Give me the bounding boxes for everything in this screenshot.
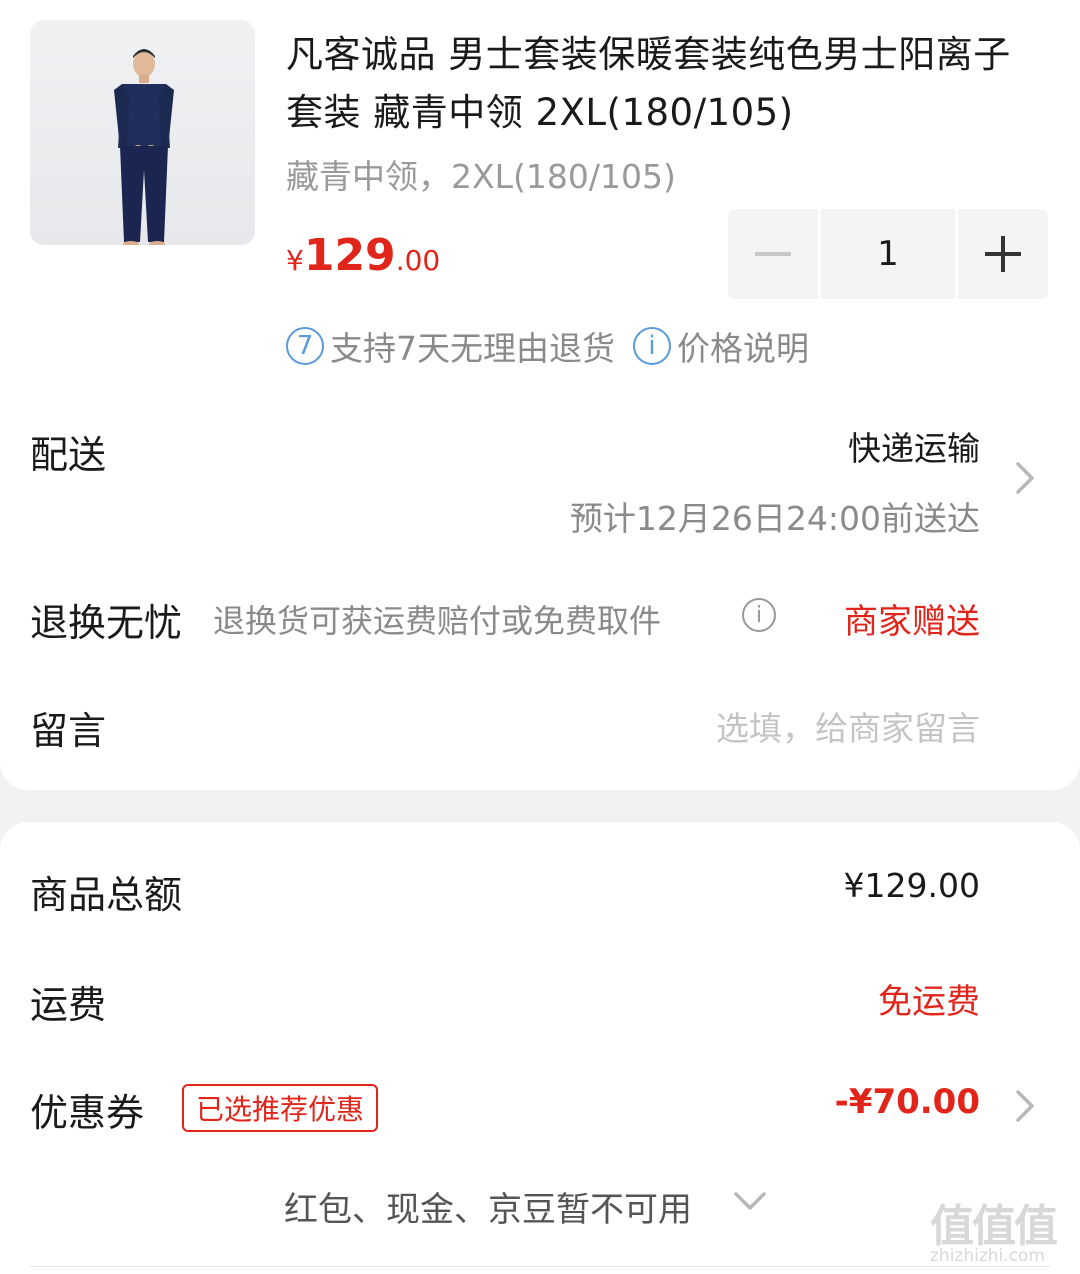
shipping-value: 免运费 xyxy=(878,982,980,1022)
delivery-method[interactable]: 快递运输 xyxy=(848,422,980,470)
return-info-icon[interactable]: i xyxy=(742,598,776,632)
watermark-url: zhizhizhi.com xyxy=(930,1246,1045,1266)
coupon-recommended-tag: 已选推荐优惠 xyxy=(182,1084,379,1132)
coupon-chevron-right-icon[interactable] xyxy=(1010,1086,1040,1130)
price-explanation-link[interactable]: 价格说明 xyxy=(677,322,809,370)
quantity-value[interactable]: 1 xyxy=(821,209,955,299)
service-badges: 7 支持7天无理由退货 i 价格说明 xyxy=(286,322,809,370)
return-value[interactable]: 商家赠送 xyxy=(844,594,980,643)
delivery-label: 配送 xyxy=(30,433,107,477)
seven-day-return-text[interactable]: 支持7天无理由退货 xyxy=(330,322,615,370)
shipping-label: 运费 xyxy=(30,983,107,1027)
minus-icon xyxy=(755,252,791,256)
product-spec[interactable]: 藏青中领，2XL(180/105) xyxy=(286,150,676,198)
product-photo-icon xyxy=(114,49,174,245)
coupon-label: 优惠券 xyxy=(30,1091,145,1135)
message-label: 留言 xyxy=(30,709,107,753)
unavailable-payments-toggle[interactable]: 红包、现金、京豆暂不可用 xyxy=(284,1182,692,1231)
coupon-value[interactable]: -¥70.00 xyxy=(835,1082,980,1122)
info-icon: i xyxy=(633,327,671,365)
goods-total-value: ¥129.00 xyxy=(843,866,980,905)
bottom-divider xyxy=(30,1266,1050,1267)
message-input[interactable]: 选填，给商家留言 xyxy=(716,702,980,750)
delivery-eta[interactable]: 预计12月26日24:00前送达 xyxy=(570,492,980,540)
plus-icon xyxy=(985,236,1021,272)
seven-day-return-icon: 7 xyxy=(286,327,324,365)
watermark-logo: 值值值 xyxy=(930,1201,1058,1252)
product-price: ¥129.00 xyxy=(286,230,440,281)
price-decimal: .00 xyxy=(395,244,441,277)
return-description: 退换货可获运费赔付或免费取件 xyxy=(213,602,662,640)
price-currency: ¥ xyxy=(286,244,304,277)
product-image[interactable] xyxy=(30,20,255,245)
delivery-chevron-right-icon[interactable] xyxy=(1010,458,1040,502)
plus-button[interactable] xyxy=(958,209,1048,299)
goods-total-label: 商品总额 xyxy=(30,873,183,917)
product-card: 凡客诚品 男士套装保暖套装纯色男士阳离子套装 藏青中领 2XL(180/105)… xyxy=(0,0,1080,790)
minus-button[interactable] xyxy=(728,209,818,299)
chevron-down-icon[interactable] xyxy=(730,1186,770,1220)
return-label: 退换无忧 xyxy=(30,601,183,645)
quantity-stepper: 1 xyxy=(728,209,1048,299)
price-integer: 129 xyxy=(303,230,396,281)
product-title[interactable]: 凡客诚品 男士套装保暖套装纯色男士阳离子套装 藏青中领 2XL(180/105) xyxy=(286,26,1046,142)
